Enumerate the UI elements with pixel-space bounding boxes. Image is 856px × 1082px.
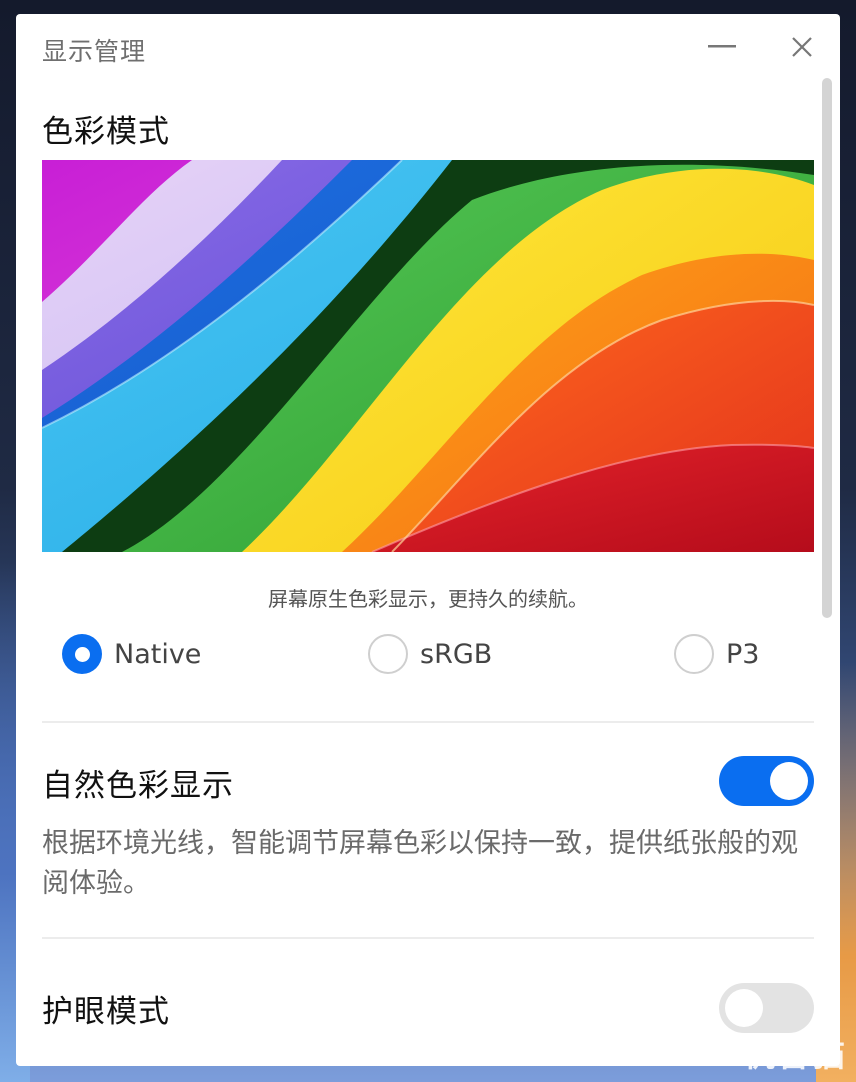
radio-p3-indicator[interactable]	[674, 634, 714, 674]
radio-native-indicator[interactable]	[62, 634, 102, 674]
natural-color-title: 自然色彩显示	[42, 768, 234, 804]
natural-color-toggle[interactable]	[719, 756, 814, 806]
radio-srgb[interactable]: sRGB	[368, 634, 492, 674]
section-divider	[42, 937, 814, 939]
display-management-window: 显示管理 色彩模式 屏幕原生色彩显示，更持久的续航。 Native sRGB P…	[16, 14, 840, 1066]
natural-color-description: 根据环境光线，智能调节屏幕色彩以保持一致，提供纸张般的观阅体验。	[42, 828, 798, 899]
radio-native[interactable]: Native	[62, 634, 201, 674]
watermark-text: 机智猫	[742, 1035, 847, 1074]
close-icon	[792, 37, 812, 57]
minimize-icon	[708, 45, 736, 48]
minimize-button[interactable]	[704, 30, 740, 64]
radio-native-label: Native	[114, 638, 202, 670]
close-button[interactable]	[784, 30, 820, 64]
eye-care-title: 护眼模式	[42, 994, 170, 1030]
radio-srgb-label: sRGB	[420, 638, 493, 670]
window-title: 显示管理	[42, 37, 147, 66]
color-mode-title: 色彩模式	[42, 114, 170, 150]
eye-care-toggle[interactable]	[719, 983, 814, 1033]
scrollbar-thumb[interactable]	[822, 78, 832, 618]
toggle-knob	[725, 989, 763, 1027]
radio-srgb-indicator[interactable]	[368, 634, 408, 674]
section-divider	[42, 721, 814, 723]
toggle-knob	[770, 762, 808, 800]
color-mode-preview-image	[42, 160, 814, 552]
radio-p3-label: P3	[726, 638, 760, 670]
radio-p3[interactable]: P3	[674, 634, 759, 674]
color-mode-description: 屏幕原生色彩显示，更持久的续航。	[268, 587, 588, 611]
